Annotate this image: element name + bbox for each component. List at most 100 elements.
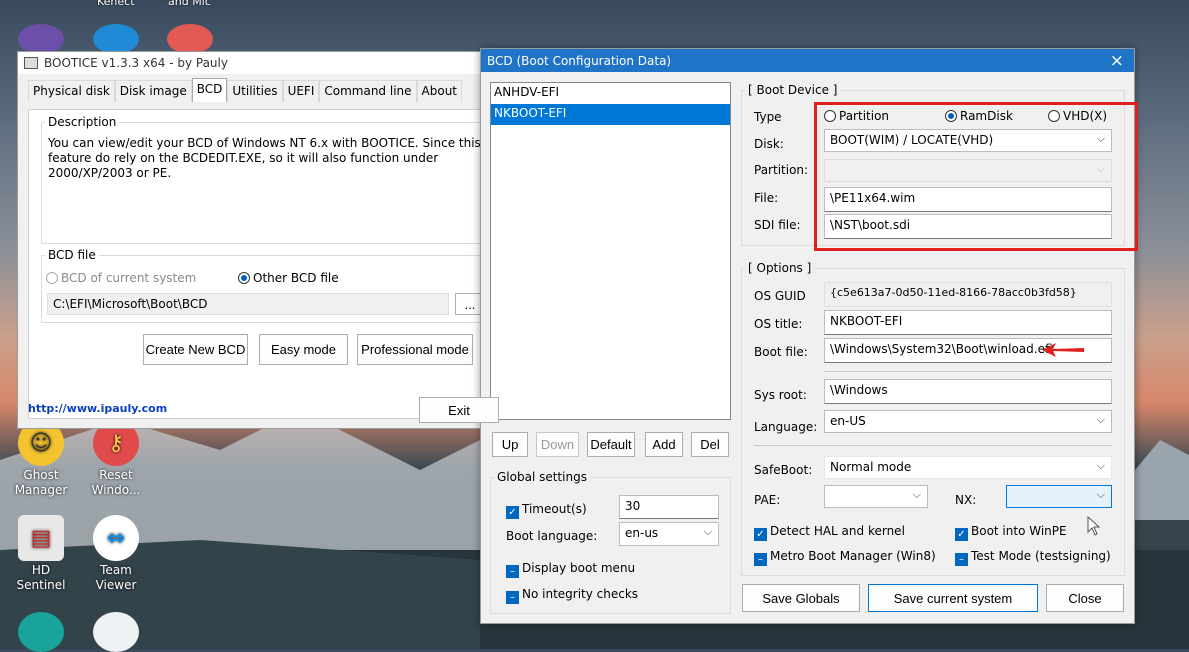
radio-current-system[interactable]: BCD of current system — [46, 271, 196, 285]
global-settings-title: Global settings — [494, 470, 590, 484]
checkbox-label: Timeout(s) — [522, 502, 587, 516]
pae-label: PAE: — [754, 493, 781, 507]
nx-label: NX: — [955, 493, 977, 507]
pae-select[interactable]: ⌵ — [824, 485, 928, 508]
bcd-path-field[interactable]: C:\EFI\Microsoft\Boot\BCD — [47, 293, 449, 315]
add-button[interactable]: Add — [645, 432, 683, 457]
tab-panel: Description You can view/edit your BCD o… — [28, 109, 501, 419]
close-button[interactable]: Close — [1046, 584, 1124, 612]
sdi-file-label: SDI file: — [754, 218, 801, 232]
display-menu-checkbox[interactable]: – Display boot menu — [506, 561, 635, 578]
app-icon[interactable] — [93, 24, 139, 54]
desktop-icon-reset-windows[interactable]: ⚷ Reset Windo... — [81, 420, 151, 498]
checkbox-label: Test Mode (testsigning) — [971, 549, 1111, 563]
chevron-down-icon: ⌵ — [1096, 488, 1105, 501]
check-icon: ✓ — [506, 506, 519, 519]
bcd-titlebar[interactable]: BCD (Boot Configuration Data) × — [481, 49, 1134, 72]
app-icon[interactable] — [18, 612, 64, 652]
desktop-icon-label: Windo... — [91, 483, 141, 497]
radio-icon — [238, 272, 250, 284]
desktop-icon-team-viewer[interactable]: ⇔ Team Viewer — [81, 515, 151, 593]
desktop-icon-label: Ghost — [23, 468, 59, 482]
sys-root-label: Sys root: — [754, 388, 807, 402]
no-integrity-checkbox[interactable]: – No integrity checks — [506, 587, 638, 604]
check-icon: ✓ — [754, 528, 767, 541]
tab-about[interactable]: About — [416, 80, 463, 102]
boot-entry-list[interactable]: ANHDV-EFI NKBOOT-EFI — [490, 82, 731, 420]
global-settings-group: Global settings ✓ Timeout(s) 30 Boot lang… — [490, 470, 731, 614]
safeboot-select[interactable]: Normal mode ⌵ — [824, 456, 1112, 479]
del-button[interactable]: Del — [691, 432, 729, 457]
down-button[interactable]: Down — [536, 432, 579, 457]
app-icon[interactable] — [18, 24, 64, 54]
options-group: [ Options ] OS GUID {c5e613a7-0d50-11ed-… — [741, 261, 1125, 576]
detect-hal-checkbox[interactable]: ✓ Detect HAL and kernel — [754, 524, 905, 541]
window-title: BCD (Boot Configuration Data) — [487, 53, 672, 68]
desktop-icon-hd-sentinel[interactable]: ▤ HD Sentinel — [6, 515, 76, 593]
bootice-window: BOOTICE v1.3.3 x64 - by Pauly Physical d… — [17, 51, 503, 429]
description-group: Description You can view/edit your BCD o… — [41, 115, 501, 244]
timeout-input[interactable]: 30 — [619, 495, 719, 519]
language-label: Language: — [754, 420, 818, 434]
radio-label: Other BCD file — [253, 271, 339, 285]
tab-bcd[interactable]: BCD — [191, 78, 228, 102]
exit-button[interactable]: Exit — [419, 397, 499, 423]
language-select[interactable]: en-US ⌵ — [824, 410, 1112, 433]
easy-mode-button[interactable]: Easy mode — [259, 334, 348, 365]
select-value: Normal mode — [830, 460, 912, 474]
boot-winpe-checkbox[interactable]: ✓ Boot into WinPE — [955, 524, 1067, 541]
safeboot-label: SafeBoot: — [754, 463, 813, 477]
partial-check-icon: – — [506, 591, 519, 604]
radio-other-bcd[interactable]: Other BCD file — [238, 271, 339, 285]
desktop-icon-label: Reset — [99, 468, 133, 482]
app-icon[interactable] — [167, 24, 213, 54]
select-value: en-US — [830, 414, 866, 428]
window-title: BOOTICE v1.3.3 x64 - by Pauly — [44, 56, 228, 70]
tab-utilities[interactable]: Utilities — [227, 80, 283, 102]
file-label: File: — [754, 191, 779, 205]
tab-uefi[interactable]: UEFI — [282, 80, 320, 102]
chevron-down-icon: ⌵ — [1096, 459, 1105, 472]
partition-label: Partition: — [754, 163, 809, 177]
os-title-input[interactable]: NKBOOT-EFI — [824, 310, 1112, 335]
desktop-icon-ghost-manager[interactable]: ☺ Ghost Manager — [6, 420, 76, 498]
select-value: en-us — [625, 526, 659, 540]
professional-mode-button[interactable]: Professional mode — [357, 334, 473, 365]
tab-command-line[interactable]: Command line — [319, 80, 417, 102]
description-text: You can view/edit your BCD of Windows NT… — [48, 136, 481, 180]
bcd-file-group: BCD file BCD of current system Other BCD… — [41, 248, 501, 323]
teamviewer-icon: ⇔ — [93, 515, 139, 561]
website-link[interactable]: http://www.ipauly.com — [28, 402, 167, 415]
save-globals-button[interactable]: Save Globals — [742, 584, 860, 612]
boot-device-title: [ Boot Device ] — [745, 83, 841, 97]
default-button[interactable]: Default — [587, 432, 635, 457]
app-icon[interactable] — [93, 612, 139, 652]
desktop-icon-label: HD Sentinel — [16, 563, 66, 592]
highlight-box — [814, 102, 1138, 251]
list-item-selected[interactable]: NKBOOT-EFI — [491, 104, 730, 125]
checkbox-label: Detect HAL and kernel — [770, 524, 905, 538]
boot-language-label: Boot language: — [506, 529, 598, 543]
radio-icon — [46, 272, 58, 284]
desktop-top-label: Kenect — [97, 0, 135, 8]
checkbox-label: Display boot menu — [522, 561, 636, 575]
sys-root-input[interactable]: \Windows — [824, 379, 1112, 404]
timeout-checkbox[interactable]: ✓ Timeout(s) — [506, 502, 587, 519]
boot-language-select[interactable]: en-us ⌵ — [619, 522, 719, 546]
boot-file-label: Boot file: — [754, 345, 808, 359]
description-title: Description — [45, 115, 120, 129]
os-title-label: OS title: — [754, 317, 803, 331]
tab-disk-image[interactable]: Disk image — [114, 80, 192, 102]
bootice-titlebar[interactable]: BOOTICE v1.3.3 x64 - by Pauly — [18, 52, 502, 74]
up-button[interactable]: Up — [492, 432, 528, 457]
close-icon[interactable]: × — [1110, 51, 1124, 71]
create-new-bcd-button[interactable]: Create New BCD — [143, 334, 248, 365]
tab-bar: Physical disk Disk image BCD Utilities U… — [28, 78, 502, 102]
test-mode-checkbox[interactable]: – Test Mode (testsigning) — [955, 549, 1111, 566]
list-item[interactable]: ANHDV-EFI — [491, 83, 730, 104]
save-current-system-button[interactable]: Save current system — [868, 584, 1038, 612]
tab-physical-disk[interactable]: Physical disk — [28, 80, 115, 102]
os-guid-field[interactable]: {c5e613a7-0d50-11ed-8166-78acc0b3fd58} — [824, 282, 1112, 307]
nx-select[interactable]: ⌵ — [1006, 485, 1112, 508]
metro-checkbox[interactable]: – Metro Boot Manager (Win8) — [754, 549, 936, 566]
